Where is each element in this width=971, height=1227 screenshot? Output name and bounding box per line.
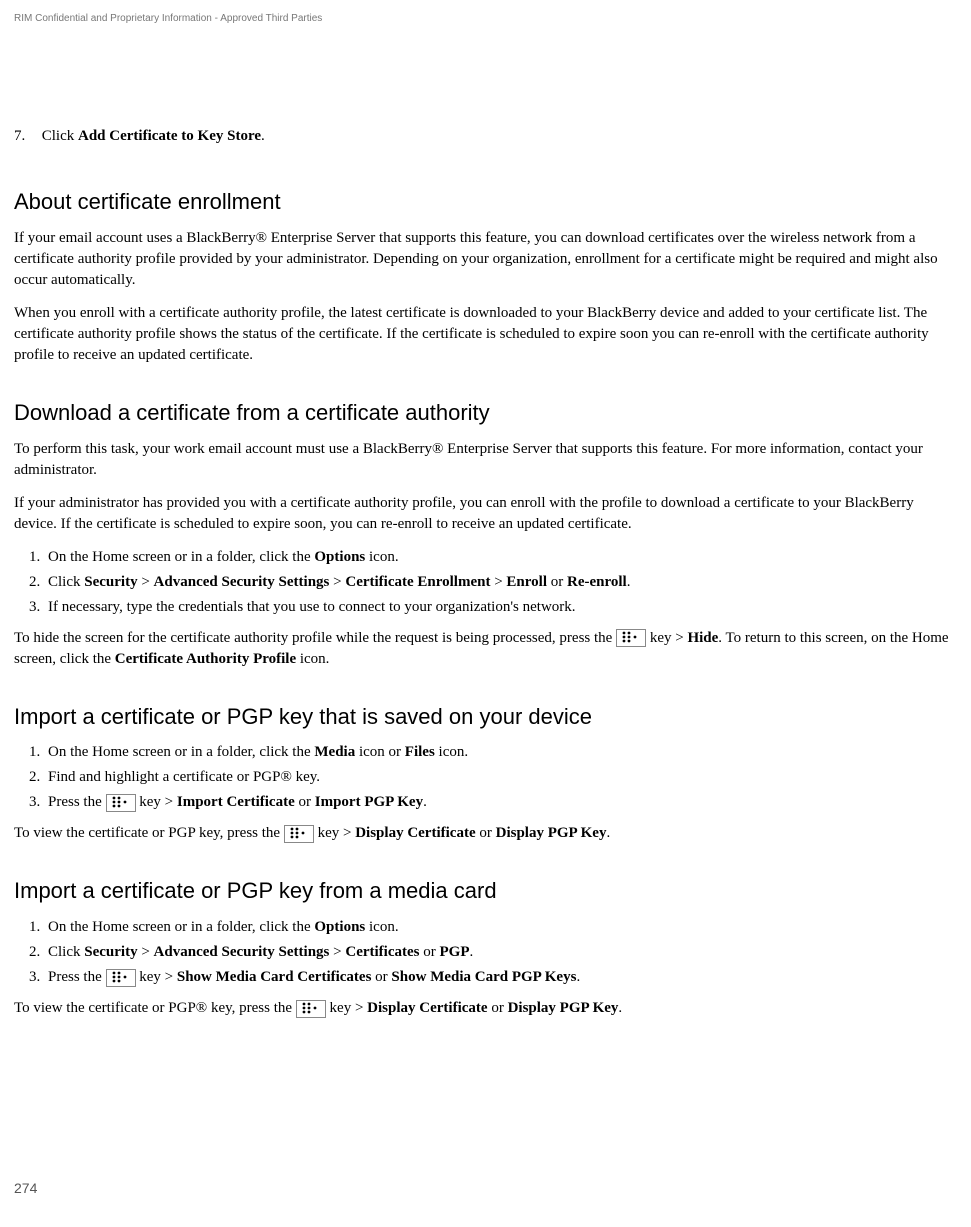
bold: Advanced Security Settings — [154, 944, 330, 960]
text: or — [488, 1000, 508, 1016]
text: or — [547, 574, 567, 590]
menu-key-icon — [106, 969, 136, 987]
text: or — [419, 944, 439, 960]
text: icon. — [435, 744, 468, 760]
step-text-post: . — [261, 128, 265, 144]
list-item: Click Security > Advanced Security Setti… — [44, 572, 957, 593]
text: key > — [326, 1000, 367, 1016]
list-item: On the Home screen or in a folder, click… — [44, 917, 957, 938]
paragraph: When you enroll with a certificate autho… — [14, 303, 957, 366]
list-item: Press the key > Show Media Card Certific… — [44, 967, 957, 988]
section-download-cert: Download a certificate from a certificat… — [14, 398, 957, 670]
menu-key-icon — [106, 794, 136, 812]
text: To hide the screen for the certificate a… — [14, 630, 616, 646]
text: > — [138, 574, 154, 590]
list-item: If necessary, type the credentials that … — [44, 597, 957, 618]
steps-list: On the Home screen or in a folder, click… — [14, 917, 957, 988]
section-import-media-card: Import a certificate or PGP key from a m… — [14, 876, 957, 1019]
bold: Certificate Authority Profile — [115, 651, 296, 667]
bold: Options — [314, 549, 365, 565]
step-text-pre: Click — [42, 128, 78, 144]
text: . — [423, 794, 427, 810]
text: Press the — [48, 794, 106, 810]
section-heading: Import a certificate or PGP key from a m… — [14, 876, 957, 907]
bold: Files — [405, 744, 435, 760]
paragraph: To view the certificate or PGP key, pres… — [14, 823, 957, 844]
bold: Import PGP Key — [315, 794, 423, 810]
text: To view the certificate or PGP key, pres… — [14, 825, 284, 841]
bold: Import Certificate — [177, 794, 295, 810]
bold: Enroll — [506, 574, 547, 590]
bold: Security — [84, 944, 137, 960]
text: To view the certificate or PGP® key, pre… — [14, 1000, 296, 1016]
text: key > — [646, 630, 687, 646]
bold: Certificates — [345, 944, 419, 960]
menu-key-icon — [284, 825, 314, 843]
text: key > — [314, 825, 355, 841]
section-heading: Download a certificate from a certificat… — [14, 398, 957, 429]
bold: Security — [84, 574, 137, 590]
section-about-enrollment: About certificate enrollment If your ema… — [14, 187, 957, 366]
text: . — [606, 825, 610, 841]
text: Click — [48, 944, 84, 960]
paragraph: To hide the screen for the certificate a… — [14, 628, 957, 670]
text: key > — [136, 794, 177, 810]
text: > — [329, 574, 345, 590]
confidential-header: RIM Confidential and Proprietary Informa… — [14, 12, 957, 26]
text: icon. — [365, 919, 398, 935]
text: . — [469, 944, 473, 960]
steps-list: On the Home screen or in a folder, click… — [14, 547, 957, 618]
text: or — [295, 794, 315, 810]
menu-key-icon — [616, 629, 646, 647]
text: Press the — [48, 969, 106, 985]
list-item: On the Home screen or in a folder, click… — [44, 742, 957, 763]
text: On the Home screen or in a folder, click… — [48, 549, 314, 565]
list-item: Press the key > Import Certificate or Im… — [44, 792, 957, 813]
prior-step-7: 7. Click Add Certificate to Key Store. — [14, 126, 957, 147]
bold: Media — [314, 744, 355, 760]
list-item: Find and highlight a certificate or PGP®… — [44, 767, 957, 788]
list-item: Click Security > Advanced Security Setti… — [44, 942, 957, 963]
section-heading: About certificate enrollment — [14, 187, 957, 218]
step-text-bold: Add Certificate to Key Store — [78, 128, 261, 144]
text: or — [476, 825, 496, 841]
bold: Advanced Security Settings — [154, 574, 330, 590]
bold: Options — [314, 919, 365, 935]
paragraph: If your email account uses a BlackBerry®… — [14, 228, 957, 291]
text: icon. — [365, 549, 398, 565]
paragraph: To view the certificate or PGP® key, pre… — [14, 998, 957, 1019]
text: icon or — [355, 744, 405, 760]
text: . — [627, 574, 631, 590]
bold: Display Certificate — [355, 825, 475, 841]
bold: Show Media Card Certificates — [177, 969, 372, 985]
text: > — [329, 944, 345, 960]
bold: Hide — [687, 630, 718, 646]
text: > — [138, 944, 154, 960]
bold: Re-enroll — [567, 574, 627, 590]
section-heading: Import a certificate or PGP key that is … — [14, 702, 957, 733]
bold: Display PGP Key — [508, 1000, 619, 1016]
text: or — [371, 969, 391, 985]
bold: Display PGP Key — [496, 825, 607, 841]
text: . — [576, 969, 580, 985]
paragraph: To perform this task, your work email ac… — [14, 439, 957, 481]
text: > — [490, 574, 506, 590]
bold: Display Certificate — [367, 1000, 487, 1016]
text: On the Home screen or in a folder, click… — [48, 744, 314, 760]
text: Click — [48, 574, 84, 590]
text: . — [618, 1000, 622, 1016]
steps-list: On the Home screen or in a folder, click… — [14, 742, 957, 813]
text: icon. — [296, 651, 329, 667]
paragraph: If your administrator has provided you w… — [14, 493, 957, 535]
step-number: 7. — [14, 126, 38, 147]
bold: Show Media Card PGP Keys — [391, 969, 576, 985]
menu-key-icon — [296, 1000, 326, 1018]
bold: PGP — [439, 944, 469, 960]
list-item: On the Home screen or in a folder, click… — [44, 547, 957, 568]
text: On the Home screen or in a folder, click… — [48, 919, 314, 935]
bold: Certificate Enrollment — [345, 574, 490, 590]
text: key > — [136, 969, 177, 985]
section-import-device: Import a certificate or PGP key that is … — [14, 702, 957, 845]
page-number: 274 — [14, 1179, 957, 1199]
